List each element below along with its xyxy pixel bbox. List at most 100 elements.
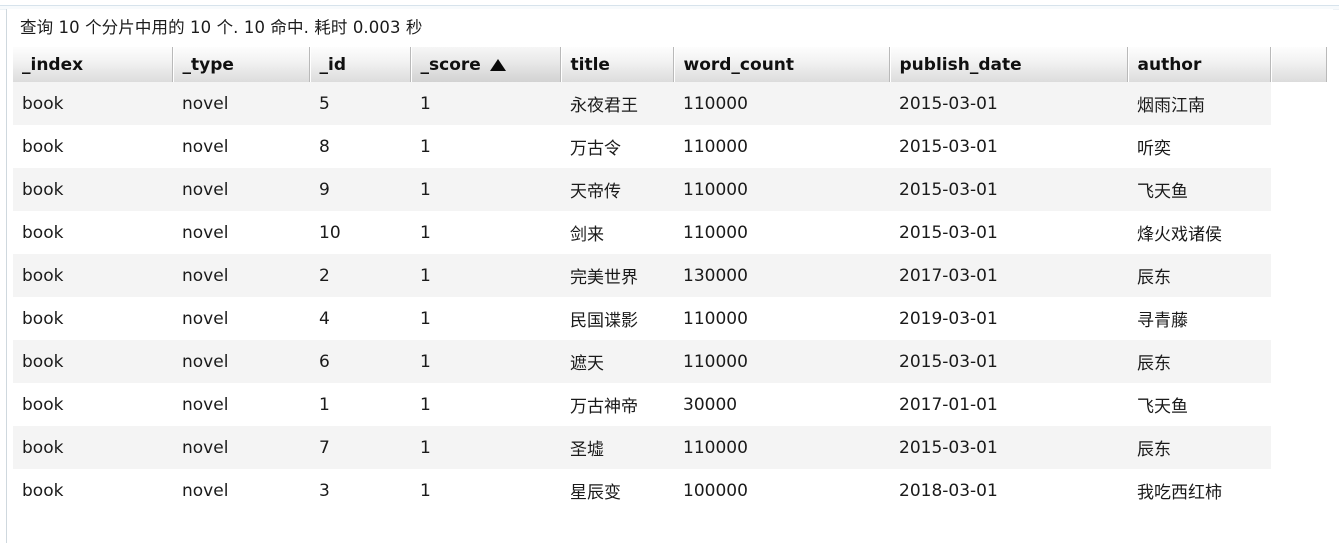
table-cell-author: 飞天鱼	[1128, 168, 1271, 211]
table-cell-_type: novel	[173, 82, 310, 125]
table-cell-word_count: 110000	[674, 211, 890, 254]
table-cell-word_count: 30000	[674, 383, 890, 426]
table-cell-_index: book	[13, 469, 173, 512]
table-cell-word_count: 110000	[674, 168, 890, 211]
table-row[interactable]: book novel 3 1 星辰变 100000 2018-03-01 我吃西红柿	[13, 469, 1327, 512]
table-cell-title: 万古令	[561, 125, 674, 168]
table-cell-title: 剑来	[561, 211, 674, 254]
table-cell-_id: 3	[310, 469, 411, 512]
table-cell-_id: 8	[310, 125, 411, 168]
column-header-inner: _id	[320, 55, 411, 75]
table-cell-_type: novel	[173, 383, 310, 426]
column-header-_type[interactable]: _type	[173, 47, 311, 82]
column-header-_index[interactable]: _index	[13, 47, 174, 82]
column-header-author[interactable]: author	[1128, 47, 1272, 82]
table-row[interactable]: book novel 2 1 完美世界 130000 2017-03-01 辰东	[13, 254, 1327, 297]
table-cell-word_count: 110000	[674, 426, 890, 469]
table-cell-_type: novel	[173, 297, 310, 340]
column-header-inner: author	[1138, 55, 1271, 75]
table-cell-_index: book	[13, 211, 173, 254]
table-cell-author: 辰东	[1128, 426, 1271, 469]
column-header-publish_date[interactable]: publish_date	[890, 47, 1129, 82]
table-cell-blank	[1271, 254, 1327, 297]
column-header-_score[interactable]: _score	[411, 47, 562, 82]
table-row[interactable]: book novel 7 1 圣墟 110000 2015-03-01 辰东	[13, 426, 1327, 469]
table-row[interactable]: book novel 5 1 永夜君王 110000 2015-03-01 烟雨江南	[13, 82, 1327, 125]
table-cell-_id: 6	[310, 340, 411, 383]
table-cell-author: 我吃西红柿	[1128, 469, 1271, 512]
table-row[interactable]: book novel 4 1 民国谍影 110000 2019-03-01 寻青藤	[13, 297, 1327, 340]
table-cell-author: 烟雨江南	[1128, 82, 1271, 125]
table-cell-_type: novel	[173, 469, 310, 512]
sort-ascending-icon[interactable]	[489, 58, 506, 71]
column-header-label: title	[570, 54, 610, 75]
table-cell-_score: 1	[411, 211, 561, 254]
table-cell-_id: 1	[310, 383, 411, 426]
table-cell-title: 永夜君王	[561, 82, 674, 125]
table-cell-blank	[1271, 383, 1327, 426]
table-cell-_id: 5	[310, 82, 411, 125]
column-header-blank[interactable]	[1271, 47, 1328, 82]
column-header-label: publish_date	[899, 54, 1022, 75]
table-row[interactable]: book novel 10 1 剑来 110000 2015-03-01 烽火戏诸侯	[13, 211, 1327, 254]
table-cell-_type: novel	[173, 168, 310, 211]
table-cell-title: 天帝传	[561, 168, 674, 211]
column-header-label: author	[1137, 54, 1202, 75]
table-cell-_index: book	[13, 383, 173, 426]
table-cell-word_count: 110000	[674, 82, 890, 125]
table-row[interactable]: book novel 6 1 遮天 110000 2015-03-01 辰东	[13, 340, 1327, 383]
table-cell-_index: book	[13, 168, 173, 211]
column-header-inner: title	[571, 55, 674, 75]
table-cell-author: 听奕	[1128, 125, 1271, 168]
table-cell-publish_date: 2019-03-01	[890, 297, 1128, 340]
table-cell-_score: 1	[411, 297, 561, 340]
search-results-table: _index _type _id _score title word_count publi…	[13, 47, 1328, 512]
table-cell-publish_date: 2015-03-01	[890, 125, 1128, 168]
table-cell-_score: 1	[411, 254, 561, 297]
table-body: book novel 5 1 永夜君王 110000 2015-03-01 烟雨江南 book n…	[13, 82, 1327, 512]
table-cell-blank	[1271, 297, 1327, 340]
table-cell-title: 遮天	[561, 340, 674, 383]
column-header-inner: _score	[421, 55, 561, 75]
table-cell-_id: 7	[310, 426, 411, 469]
table-row[interactable]: book novel 9 1 天帝传 110000 2015-03-01 飞天鱼	[13, 168, 1327, 211]
column-header-label: word_count	[683, 54, 795, 75]
table-cell-_score: 1	[411, 426, 561, 469]
table-cell-word_count: 100000	[674, 469, 890, 512]
table-cell-_score: 1	[411, 340, 561, 383]
table-cell-_type: novel	[173, 125, 310, 168]
table-cell-title: 万古神帝	[561, 383, 674, 426]
table-cell-blank	[1271, 82, 1327, 125]
table-cell-word_count: 110000	[674, 297, 890, 340]
column-header-label: _score	[420, 54, 481, 75]
table-cell-word_count: 110000	[674, 125, 890, 168]
table-cell-blank	[1271, 125, 1327, 168]
table-cell-publish_date: 2015-03-01	[890, 340, 1128, 383]
table-cell-title: 星辰变	[561, 469, 674, 512]
column-header-title[interactable]: title	[561, 47, 675, 82]
table-cell-publish_date: 2017-03-01	[890, 254, 1128, 297]
table-cell-blank	[1271, 426, 1327, 469]
column-header-label: _type	[182, 54, 234, 75]
column-header-inner: publish_date	[900, 55, 1128, 75]
table-cell-author: 辰东	[1128, 340, 1271, 383]
table-cell-publish_date: 2015-03-01	[890, 168, 1128, 211]
table-cell-_index: book	[13, 82, 173, 125]
table-cell-_id: 4	[310, 297, 411, 340]
table-cell-_id: 9	[310, 168, 411, 211]
column-header-inner: _type	[183, 55, 310, 75]
table-row[interactable]: book novel 1 1 万古神帝 30000 2017-01-01 飞天鱼	[13, 383, 1327, 426]
column-header-_id[interactable]: _id	[310, 47, 412, 82]
table-cell-_score: 1	[411, 383, 561, 426]
table-cell-_index: book	[13, 254, 173, 297]
table-cell-publish_date: 2015-03-01	[890, 211, 1128, 254]
table-row[interactable]: book novel 8 1 万古令 110000 2015-03-01 听奕	[13, 125, 1327, 168]
table-cell-_score: 1	[411, 168, 561, 211]
table-cell-publish_date: 2015-03-01	[890, 426, 1128, 469]
column-header-word_count[interactable]: word_count	[674, 47, 891, 82]
table-cell-title: 圣墟	[561, 426, 674, 469]
table-cell-_index: book	[13, 297, 173, 340]
table-cell-author: 辰东	[1128, 254, 1271, 297]
table-header-row: _index _type _id _score title word_count publi…	[13, 47, 1328, 82]
table-cell-author: 飞天鱼	[1128, 383, 1271, 426]
